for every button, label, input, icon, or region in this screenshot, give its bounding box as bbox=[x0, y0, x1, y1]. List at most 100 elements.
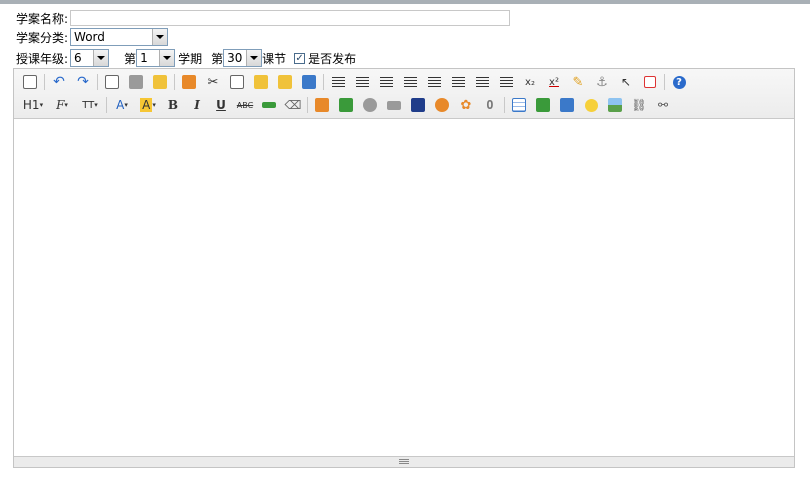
insert-image-button[interactable] bbox=[312, 95, 332, 115]
link-button[interactable]: ⛓ bbox=[629, 95, 649, 115]
templates-icon bbox=[153, 75, 167, 89]
chevron-down-icon[interactable] bbox=[246, 50, 262, 66]
preview-button[interactable] bbox=[102, 72, 122, 92]
insert-emoticon-button[interactable] bbox=[432, 95, 452, 115]
toolbar-separator bbox=[106, 97, 107, 113]
font-family-button[interactable]: F ▾ bbox=[50, 95, 74, 115]
unordered-list-icon bbox=[451, 76, 465, 88]
term-select-value: 1 bbox=[140, 51, 148, 65]
highlight-button[interactable]: A ▾ bbox=[137, 95, 159, 115]
image-button[interactable] bbox=[605, 95, 625, 115]
toolbar-separator bbox=[174, 74, 175, 90]
fullscreen-icon bbox=[644, 76, 656, 88]
ordered-list-icon bbox=[427, 76, 441, 88]
print-button[interactable] bbox=[126, 72, 146, 92]
cut-button[interactable]: ✂ bbox=[203, 72, 223, 92]
attachment-button[interactable]: 𝟎 bbox=[480, 95, 500, 115]
editor-content-area[interactable] bbox=[14, 119, 794, 457]
copy-icon bbox=[230, 75, 244, 89]
name-row: 学案名称: bbox=[16, 8, 511, 28]
cursor-icon: ↖ bbox=[620, 75, 632, 89]
source-icon bbox=[23, 75, 37, 89]
help-button[interactable]: ? bbox=[669, 72, 689, 92]
chevron-down-icon[interactable] bbox=[159, 50, 175, 66]
bold-button[interactable]: B bbox=[163, 95, 183, 115]
remove-format-button[interactable]: ✎ bbox=[568, 72, 588, 92]
category-row: 学案分类: Word bbox=[16, 27, 169, 47]
table-icon bbox=[512, 98, 526, 112]
emoticon-button[interactable] bbox=[581, 95, 601, 115]
highlight-label: A bbox=[140, 98, 153, 112]
font-color-button[interactable]: A ▾ bbox=[111, 95, 133, 115]
code-button[interactable] bbox=[179, 72, 199, 92]
paste-button[interactable] bbox=[251, 72, 271, 92]
fullscreen-button[interactable] bbox=[640, 72, 660, 92]
redo-icon: ↷ bbox=[77, 74, 89, 90]
top-border-bar bbox=[0, 0, 810, 4]
category-label: 学案分类: bbox=[16, 30, 69, 45]
insert-media-icon bbox=[339, 98, 353, 112]
chevron-down-icon: ▾ bbox=[152, 101, 156, 109]
heading-button[interactable]: H1 ▾ bbox=[20, 95, 46, 115]
chevron-down-icon: ▾ bbox=[94, 101, 98, 109]
superscript-button[interactable]: x² bbox=[544, 72, 564, 92]
italic-button[interactable]: I bbox=[187, 95, 207, 115]
insert-flv-button[interactable] bbox=[408, 95, 428, 115]
copy-button[interactable] bbox=[227, 72, 247, 92]
outdent-button[interactable] bbox=[496, 72, 516, 92]
align-right-button[interactable] bbox=[376, 72, 396, 92]
paste-word-button[interactable] bbox=[299, 72, 319, 92]
unordered-list-button[interactable] bbox=[448, 72, 468, 92]
editor-resize-handle[interactable] bbox=[14, 456, 794, 467]
ordered-list-button[interactable] bbox=[424, 72, 444, 92]
justify-button[interactable] bbox=[400, 72, 420, 92]
insert-video-button[interactable] bbox=[384, 95, 404, 115]
category-select-value: Word bbox=[74, 30, 105, 44]
name-label: 学案名称: bbox=[16, 11, 69, 26]
textfield-button[interactable] bbox=[533, 95, 553, 115]
smiley-icon bbox=[584, 98, 598, 112]
paste-text-button[interactable] bbox=[275, 72, 295, 92]
chevron-down-icon[interactable] bbox=[93, 50, 109, 66]
subscript-button[interactable]: x₂ bbox=[520, 72, 540, 92]
lesson-select[interactable]: 30 bbox=[223, 49, 263, 67]
category-select[interactable]: Word bbox=[70, 28, 169, 46]
strikethrough-button[interactable]: ABC bbox=[235, 95, 255, 115]
table-button[interactable] bbox=[509, 95, 529, 115]
chevron-down-icon[interactable] bbox=[152, 29, 168, 45]
insert-butterfly-button[interactable]: ✿ bbox=[456, 95, 476, 115]
term-select[interactable]: 1 bbox=[136, 49, 176, 67]
indent-icon bbox=[475, 76, 489, 88]
font-size-button[interactable]: TT ▾ bbox=[78, 95, 102, 115]
name-input[interactable] bbox=[70, 10, 511, 26]
align-center-button[interactable] bbox=[352, 72, 372, 92]
unlink-icon: ⚯ bbox=[657, 98, 669, 112]
outdent-icon bbox=[499, 76, 513, 88]
select-box-button[interactable] bbox=[557, 95, 577, 115]
templates-button[interactable] bbox=[150, 72, 170, 92]
lesson-suffix: 课节 bbox=[262, 51, 287, 66]
superscript-icon: x² bbox=[549, 76, 559, 88]
lesson-prefix: 第 bbox=[211, 51, 224, 66]
insert-line-button[interactable] bbox=[259, 95, 279, 115]
underline-label: U bbox=[216, 98, 226, 112]
eraser-button[interactable]: ⌫ bbox=[283, 95, 303, 115]
indent-button[interactable] bbox=[472, 72, 492, 92]
undo-button[interactable]: ↶ bbox=[49, 72, 69, 92]
source-button[interactable] bbox=[20, 72, 40, 92]
grade-select[interactable]: 6 bbox=[70, 49, 110, 67]
anchor-button[interactable]: ⚓ bbox=[592, 72, 612, 92]
align-left-button[interactable] bbox=[328, 72, 348, 92]
redo-button[interactable]: ↷ bbox=[73, 72, 93, 92]
chevron-down-icon: ▾ bbox=[39, 101, 44, 109]
insert-flash-button[interactable] bbox=[360, 95, 380, 115]
insert-media-button[interactable] bbox=[336, 95, 356, 115]
strike-label: ABC bbox=[236, 100, 254, 110]
toolbar-separator bbox=[44, 74, 45, 90]
publish-checkbox[interactable]: ✓ bbox=[294, 52, 306, 64]
underline-button[interactable]: U bbox=[211, 95, 231, 115]
unlink-button[interactable]: ⚯ bbox=[653, 95, 673, 115]
lesson-select-value: 30 bbox=[227, 51, 243, 65]
select-button[interactable]: ↖ bbox=[616, 72, 636, 92]
paste-icon bbox=[254, 75, 268, 89]
